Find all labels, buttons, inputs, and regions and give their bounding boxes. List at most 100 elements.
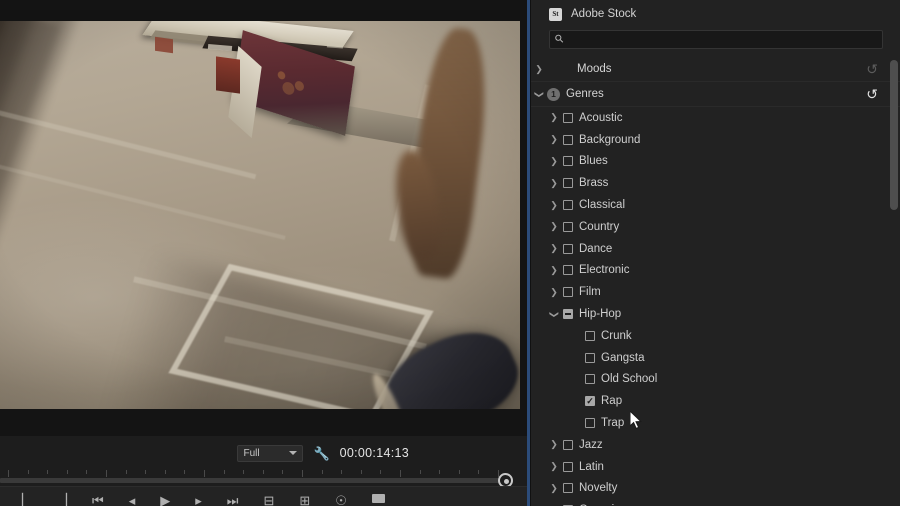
filter-item-label: Latin xyxy=(579,460,604,473)
wrench-icon[interactable]: 🔧 xyxy=(313,447,329,460)
filter-item-label: Dance xyxy=(579,242,613,255)
filter-item-novelty[interactable]: Novelty xyxy=(531,478,900,500)
filter-item-label: Classical xyxy=(579,199,626,212)
filter-checkbox[interactable] xyxy=(563,134,573,145)
adobe-stock-icon: St xyxy=(549,7,562,21)
chevron-right-icon[interactable] xyxy=(545,113,563,122)
chevron-right-icon[interactable] xyxy=(545,462,563,471)
filter-checkbox[interactable] xyxy=(563,287,573,298)
chevron-down-icon[interactable] xyxy=(531,90,547,99)
filter-tree-list[interactable]: Moods ↺ 1 Genres ↺ Acoustic Background Blues Bra… xyxy=(531,57,900,506)
reset-filters-icon[interactable]: ↺ xyxy=(866,62,878,76)
reset-filters-icon[interactable]: ↺ xyxy=(866,87,878,101)
active-panel-indicator xyxy=(527,0,531,506)
chevron-right-icon[interactable] xyxy=(545,222,563,231)
letterbox-bar xyxy=(0,10,520,21)
scrollbar-thumb[interactable] xyxy=(890,60,898,210)
chevron-right-icon[interactable] xyxy=(545,440,563,449)
filter-item-old-school[interactable]: Old School xyxy=(531,369,900,391)
vertical-scrollbar[interactable] xyxy=(890,60,898,500)
chevron-right-icon[interactable] xyxy=(545,266,563,275)
filter-item-gangsta[interactable]: Gangsta xyxy=(531,347,900,369)
filter-checkbox[interactable] xyxy=(563,156,573,167)
filter-checkbox[interactable] xyxy=(585,374,595,385)
chevron-right-icon[interactable] xyxy=(545,244,563,253)
export-frame-button[interactable]: ☉ xyxy=(335,494,347,506)
filter-item-hip-hop[interactable]: Hip-Hop xyxy=(531,303,900,325)
chevron-right-icon[interactable] xyxy=(545,157,563,166)
filter-checkbox[interactable] xyxy=(563,461,573,472)
playback-resolution-select[interactable]: Full xyxy=(237,444,304,462)
filter-checkbox[interactable] xyxy=(563,200,573,211)
ramp-support-block xyxy=(216,56,240,94)
filter-checkbox[interactable] xyxy=(585,352,595,363)
filter-checkbox[interactable] xyxy=(563,265,573,276)
filter-checkbox[interactable] xyxy=(585,330,595,341)
video-stage[interactable] xyxy=(0,0,527,436)
play-stop-button[interactable]: ▶ xyxy=(160,494,170,506)
search-row: ⚲ xyxy=(549,30,883,49)
filter-item-latin[interactable]: Latin xyxy=(531,456,900,478)
filter-checkbox[interactable] xyxy=(563,178,573,189)
go-to-out-button[interactable]: ⏭ xyxy=(227,494,239,506)
filter-item-dance[interactable]: Dance xyxy=(531,238,900,260)
filter-group-label: Moods xyxy=(577,63,612,75)
filter-item-label: Rap xyxy=(601,395,623,408)
filter-group-genres[interactable]: 1 Genres ↺ xyxy=(531,81,900,107)
ramp-support-block xyxy=(155,36,173,54)
mark-in-button[interactable]: ▏ xyxy=(22,494,32,506)
filter-checkbox[interactable] xyxy=(563,243,573,254)
playback-resolution-value: Full xyxy=(243,447,260,459)
filter-item-classical[interactable]: Classical xyxy=(531,194,900,216)
filter-checkbox[interactable] xyxy=(563,309,573,320)
scrub-tick-marks xyxy=(0,470,513,477)
filter-item-label: Crunk xyxy=(601,329,632,342)
filter-item-acoustic[interactable]: Acoustic xyxy=(531,107,900,129)
filter-item-trap[interactable]: Trap xyxy=(531,412,900,434)
filter-checkbox[interactable] xyxy=(563,112,573,123)
filter-item-label: Acoustic xyxy=(579,111,623,124)
search-box[interactable]: ⚲ xyxy=(549,30,883,49)
chevron-right-icon[interactable] xyxy=(545,288,563,297)
filter-item-blues[interactable]: Blues xyxy=(531,151,900,173)
chevron-right-icon[interactable] xyxy=(531,65,547,74)
transport-controls: ▏ ▕ ⏮ ◂ ▶ ▸ ⏭ ⊟ ⊞ ☉ xyxy=(0,486,527,506)
filter-item-film[interactable]: Film xyxy=(531,281,900,303)
chevron-right-icon[interactable] xyxy=(545,484,563,493)
filter-item-country[interactable]: Country xyxy=(531,216,900,238)
video-frame[interactable] xyxy=(0,10,520,409)
filter-checkbox[interactable] xyxy=(585,418,595,429)
filter-item-occasion[interactable]: Occasion xyxy=(531,499,900,506)
filter-group-moods[interactable]: Moods ↺ xyxy=(531,57,900,82)
filter-item-background[interactable]: Background xyxy=(531,129,900,151)
filter-item-label: Blues xyxy=(579,155,608,168)
extract-button[interactable]: ⊞ xyxy=(299,494,310,506)
playhead-timecode[interactable]: 00:00:14:13 xyxy=(340,446,409,460)
search-input[interactable] xyxy=(570,33,882,46)
filter-item-rap[interactable]: Rap xyxy=(531,390,900,412)
filter-item-label: Gangsta xyxy=(601,351,645,364)
scrub-track[interactable] xyxy=(0,478,513,483)
chevron-right-icon[interactable] xyxy=(545,135,563,144)
filter-item-label: Electronic xyxy=(579,264,630,277)
chevron-right-icon[interactable] xyxy=(545,201,563,210)
filter-checkbox[interactable] xyxy=(563,221,573,232)
step-back-button[interactable]: ◂ xyxy=(129,494,136,506)
mark-out-button[interactable]: ▕ xyxy=(57,494,67,506)
lift-button[interactable]: ⊟ xyxy=(263,494,274,506)
filter-item-label: Country xyxy=(579,220,620,233)
filter-item-brass[interactable]: Brass xyxy=(531,172,900,194)
scrub-bar[interactable] xyxy=(0,470,527,488)
comparison-view-button[interactable] xyxy=(371,494,385,503)
go-to-in-button[interactable]: ⏮ xyxy=(92,494,104,506)
filter-checkbox[interactable] xyxy=(563,439,573,450)
filter-item-electronic[interactable]: Electronic xyxy=(531,260,900,282)
filter-group-label: Genres xyxy=(566,88,604,100)
filter-checkbox[interactable] xyxy=(563,483,573,494)
filter-checkbox[interactable] xyxy=(585,396,595,407)
chevron-right-icon[interactable] xyxy=(545,179,563,188)
chevron-down-icon[interactable] xyxy=(545,310,563,319)
step-forward-button[interactable]: ▸ xyxy=(195,494,202,506)
filter-item-jazz[interactable]: Jazz xyxy=(531,434,900,456)
filter-item-crunk[interactable]: Crunk xyxy=(531,325,900,347)
